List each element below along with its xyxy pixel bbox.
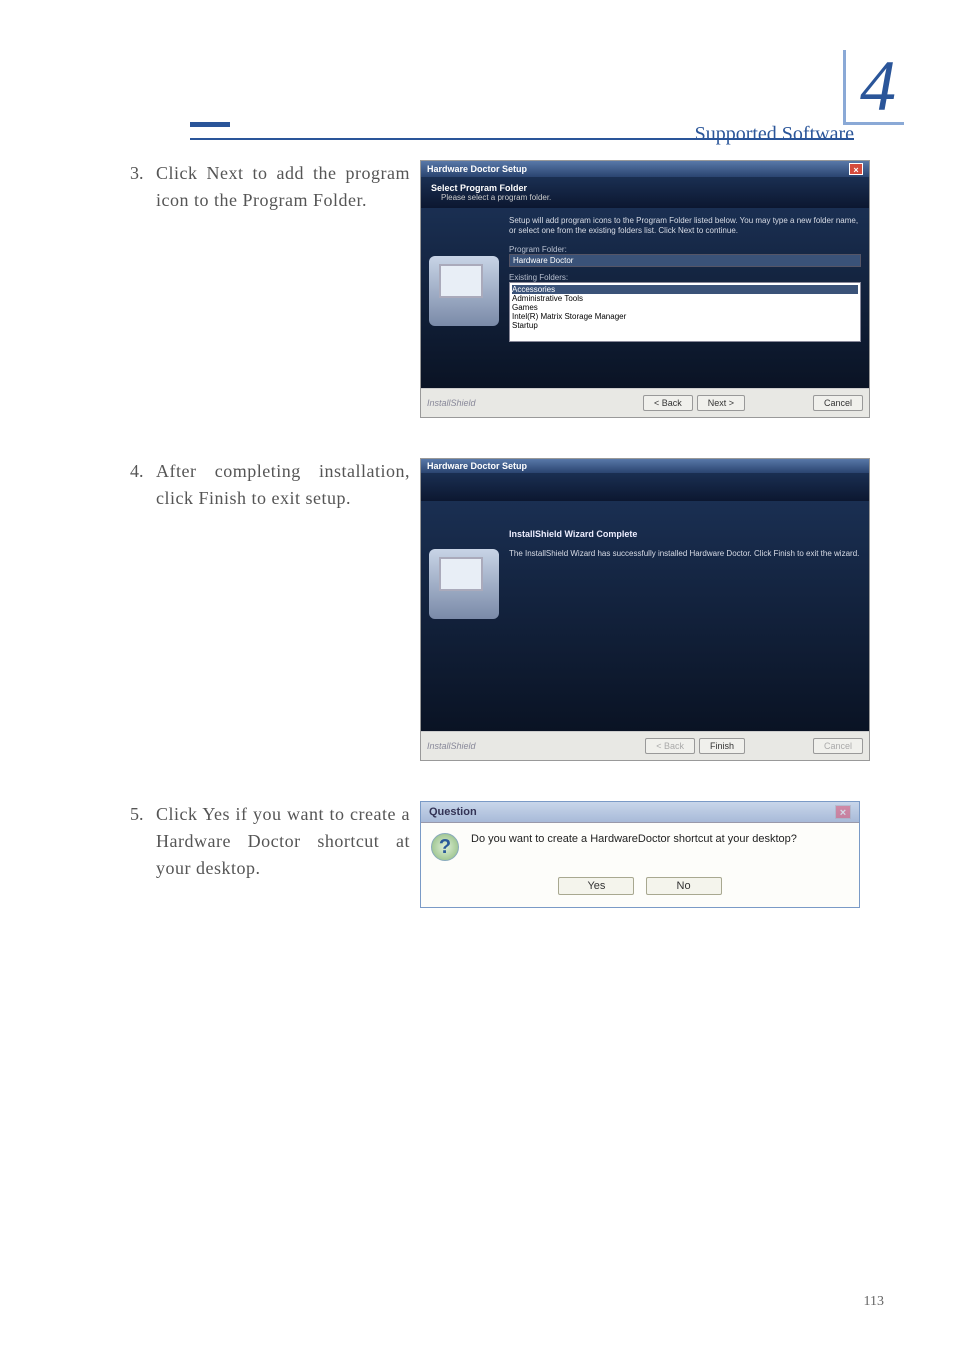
titlebar: Hardware Doctor Setup ×: [421, 161, 869, 177]
page-number: 113: [864, 1294, 884, 1310]
step-body: Click Next to add the program icon to th…: [156, 160, 410, 214]
titlebar: Question ×: [421, 802, 859, 823]
installer-description: Setup will add program icons to the Prog…: [509, 216, 861, 237]
question-icon: ?: [431, 833, 459, 861]
step-3: 3. Click Next to add the program icon to…: [130, 160, 410, 214]
list-item[interactable]: Intel(R) Matrix Storage Manager: [512, 312, 858, 321]
complete-body-text: The InstallShield Wizard has successfull…: [509, 549, 861, 558]
step-body: Click Yes if you want to create a Hardwa…: [156, 801, 410, 882]
banner-empty: [421, 473, 869, 501]
close-icon[interactable]: ×: [835, 805, 851, 819]
step-number: 3.: [130, 160, 156, 214]
list-item[interactable]: Accessories: [512, 285, 858, 294]
section-title: Supported Software: [695, 123, 854, 145]
banner: Select Program Folder Please select a pr…: [421, 177, 869, 208]
next-button[interactable]: Next >: [697, 395, 745, 411]
window-title: Question: [429, 806, 477, 818]
step-5: 5. Click Yes if you want to create a Har…: [130, 801, 410, 882]
banner-title: Select Program Folder: [431, 183, 859, 193]
yes-button[interactable]: Yes: [558, 877, 634, 895]
cancel-button[interactable]: Cancel: [813, 395, 863, 411]
step-body: After completing instal­lation, click Fi…: [156, 458, 410, 512]
question-dialog: Question × ? Do you want to create a Har…: [420, 801, 860, 908]
installer-dialog-complete: Hardware Doctor Setup InstallShield Wiza…: [420, 458, 870, 761]
program-folder-label: Program Folder:: [509, 245, 861, 254]
window-title: Hardware Doctor Setup: [427, 164, 527, 174]
installer-dialog-folder: Hardware Doctor Setup × Select Program F…: [420, 160, 870, 418]
list-item[interactable]: Games: [512, 303, 858, 312]
back-button[interactable]: < Back: [643, 395, 693, 411]
titlebar: Hardware Doctor Setup: [421, 459, 869, 473]
existing-folders-list[interactable]: Accessories Administrative Tools Games I…: [509, 282, 861, 342]
cancel-button: Cancel: [813, 738, 863, 754]
banner-subtitle: Please select a program folder.: [431, 193, 859, 202]
step-number: 5.: [130, 801, 156, 882]
computer-icon: [429, 256, 499, 326]
question-message: Do you want to create a HardwareDoctor s…: [471, 833, 849, 845]
no-button[interactable]: No: [646, 877, 722, 895]
installshield-brand: InstallShield: [427, 398, 476, 408]
step-number: 4.: [130, 458, 156, 512]
complete-heading: InstallShield Wizard Complete: [509, 529, 861, 539]
finish-button[interactable]: Finish: [699, 738, 745, 754]
chapter-number: 4: [843, 50, 904, 125]
computer-icon: [429, 549, 499, 619]
step-4: 4. After completing instal­lation, click…: [130, 458, 410, 512]
close-icon[interactable]: ×: [849, 163, 863, 175]
program-folder-input[interactable]: Hardware Doctor: [509, 254, 861, 267]
existing-folders-label: Existing Folders:: [509, 273, 861, 282]
header-rule: Supported Software: [190, 120, 854, 140]
list-item[interactable]: Startup: [512, 321, 858, 330]
list-item[interactable]: Administrative Tools: [512, 294, 858, 303]
back-button: < Back: [645, 738, 695, 754]
window-title: Hardware Doctor Setup: [427, 461, 527, 471]
installshield-brand: InstallShield: [427, 741, 476, 751]
